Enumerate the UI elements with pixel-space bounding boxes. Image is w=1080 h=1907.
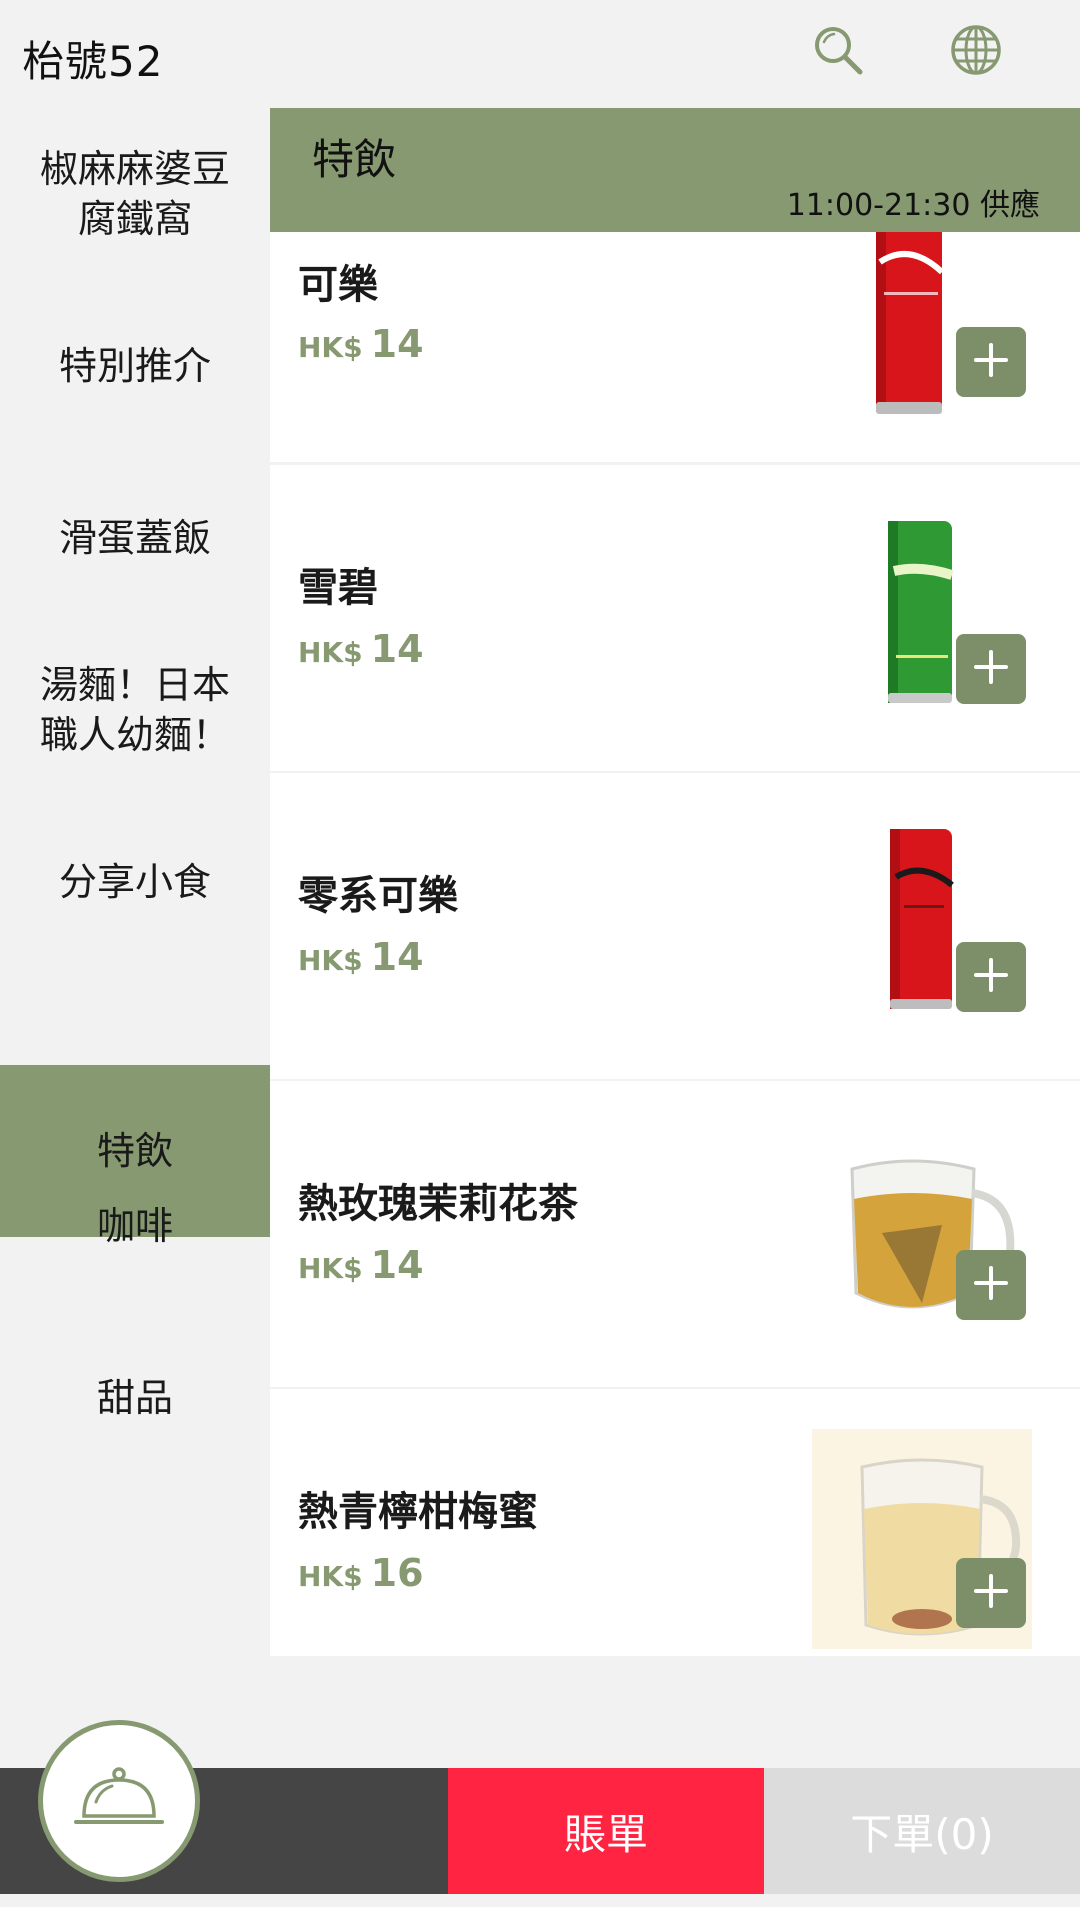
product-name: 熱青檸柑梅蜜 xyxy=(298,1489,538,1535)
price-amount: 16 xyxy=(370,1551,424,1595)
product-card[interactable]: 可樂 HK$ 14 xyxy=(270,232,1080,462)
bill-button[interactable]: 賬單 xyxy=(448,1768,764,1894)
sidebar-item-label: 分享小食 xyxy=(58,860,211,904)
price-amount: 14 xyxy=(370,1243,424,1287)
sprite-can-image xyxy=(884,521,956,709)
globe-icon xyxy=(949,23,1003,81)
sidebar-item-label: 滑蛋蓋飯 xyxy=(58,516,211,560)
sidebar-item-dessert[interactable]: 甜品 xyxy=(0,1312,270,1484)
price-currency: HK$ xyxy=(298,944,363,977)
price-amount: 14 xyxy=(370,627,424,671)
sidebar-item-special[interactable]: 特別推介 xyxy=(0,280,270,452)
sidebar-item-label: 特別推介 xyxy=(58,344,211,388)
sidebar-item-egg-rice[interactable]: 滑蛋蓋飯 xyxy=(0,452,270,624)
product-card[interactable]: 雪碧 HK$ 14 xyxy=(270,465,1080,771)
plus-icon xyxy=(972,1572,1010,1614)
sidebar-item-noodles[interactable]: 湯麵！日本職人幼麵！ xyxy=(0,624,270,796)
add-to-cart-button[interactable] xyxy=(956,327,1026,397)
product-price: HK$ 16 xyxy=(298,1551,424,1595)
add-to-cart-button[interactable] xyxy=(956,1558,1026,1628)
price-amount: 14 xyxy=(370,322,424,366)
product-price: HK$ 14 xyxy=(298,935,424,979)
product-price: HK$ 14 xyxy=(298,1243,424,1287)
place-order-button[interactable]: 下單(0) xyxy=(764,1768,1080,1894)
category-hours: 11:00-21:30 供應 xyxy=(786,188,1040,223)
product-list: 可樂 HK$ 14 雪碧 HK$ 14 零系可樂 HK$ 14 熱玫瑰茉莉花茶 … xyxy=(270,232,1080,1656)
product-card[interactable]: 熱玫瑰茉莉花茶 HK$ 14 xyxy=(270,1081,1080,1387)
sidebar-item-label: 湯麵！日本職人幼麵！ xyxy=(39,663,230,757)
cloche-icon xyxy=(74,1764,164,1838)
sidebar-item-mapo-tofu[interactable]: 椒麻麻婆豆腐鐵窩 xyxy=(0,108,270,280)
search-button[interactable] xyxy=(808,22,868,82)
plus-icon xyxy=(972,341,1010,383)
sidebar-item-label: 咖啡 xyxy=(96,1204,173,1248)
sidebar-item-label: 甜品 xyxy=(96,1376,173,1420)
plus-icon xyxy=(972,956,1010,998)
sidebar-item-snacks[interactable]: 分享小食 xyxy=(0,796,270,968)
add-to-cart-button[interactable] xyxy=(956,1250,1026,1320)
plus-icon xyxy=(972,648,1010,690)
product-card[interactable]: 零系可樂 HK$ 14 xyxy=(270,773,1080,1079)
plus-icon xyxy=(972,1264,1010,1306)
product-name: 零系可樂 xyxy=(298,873,458,919)
price-currency: HK$ xyxy=(298,636,363,669)
sidebar-item-label: 椒麻麻婆豆腐鐵窩 xyxy=(39,147,230,241)
price-currency: HK$ xyxy=(298,1560,363,1593)
language-button[interactable] xyxy=(946,22,1006,82)
coke-zero-can-image xyxy=(886,829,956,1015)
price-currency: HK$ xyxy=(298,331,363,364)
category-sidebar: 椒麻麻婆豆腐鐵窩 特別推介 滑蛋蓋飯 湯麵！日本職人幼麵！ 分享小食 特飲 咖啡… xyxy=(0,108,270,1656)
product-price: HK$ 14 xyxy=(298,322,424,366)
product-name: 熱玫瑰茉莉花茶 xyxy=(298,1181,578,1227)
table-number-title: 枱號52 xyxy=(22,37,164,86)
product-card[interactable]: 熱青檸柑梅蜜 HK$ 16 xyxy=(270,1389,1080,1656)
product-name: 可樂 xyxy=(298,262,378,308)
product-name: 雪碧 xyxy=(298,565,378,611)
category-header: 特飲 11:00-21:30 供應 xyxy=(270,108,1080,232)
coke-can-image xyxy=(870,232,950,426)
app-root: 枱號52 椒麻麻婆豆腐鐵窩 特別推介 滑蛋蓋飯 湯麵！日本職人幼麵！ 分享小食 … xyxy=(0,0,1080,1907)
sidebar-item-coffee[interactable]: 咖啡 xyxy=(0,1140,270,1312)
add-to-cart-button[interactable] xyxy=(956,942,1026,1012)
price-amount: 14 xyxy=(370,935,424,979)
top-header: 枱號52 xyxy=(0,0,1080,108)
product-price: HK$ 14 xyxy=(298,627,424,671)
price-currency: HK$ xyxy=(298,1252,363,1285)
search-icon xyxy=(810,22,866,82)
category-title: 特飲 xyxy=(312,135,397,184)
add-to-cart-button[interactable] xyxy=(956,634,1026,704)
cart-button[interactable] xyxy=(38,1720,200,1882)
